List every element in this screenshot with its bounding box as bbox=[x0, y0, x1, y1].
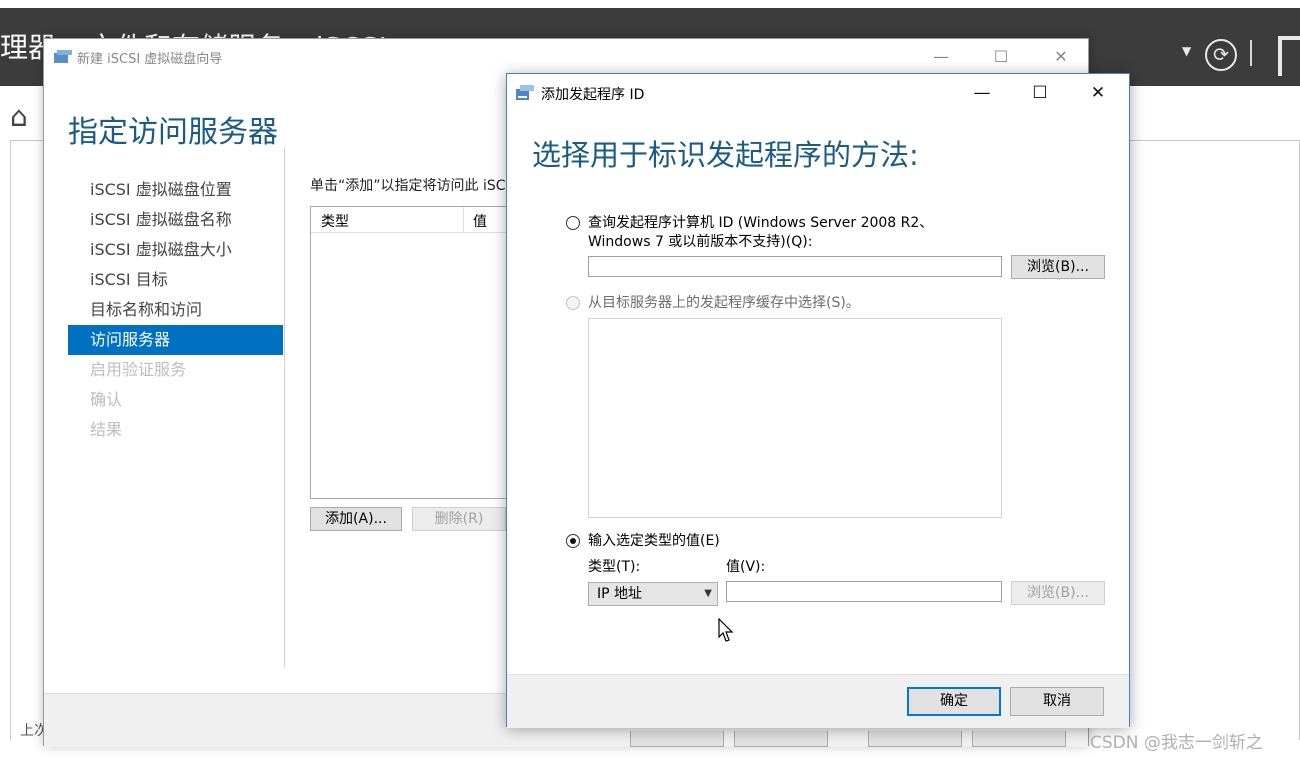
create-button[interactable] bbox=[868, 731, 962, 747]
cancel-button[interactable]: 取消 bbox=[1010, 687, 1104, 716]
query-initiator-label-line2[interactable]: Windows 7 或以前版本不支持)(Q): bbox=[588, 231, 812, 251]
dialog-maximize-button[interactable]: ☐ bbox=[1011, 74, 1069, 112]
nav-step-results: 结果 bbox=[90, 420, 123, 439]
enter-value-label[interactable]: 输入选定类型的值(E) bbox=[588, 530, 720, 550]
initiator-computer-input[interactable] bbox=[588, 256, 1002, 277]
type-label: 类型(T): bbox=[588, 559, 641, 575]
add-initiator-id-dialog: 添加发起程序 ID — ☐ ✕ 选择用于标识发起程序的方法: 查询发起程序计算机… bbox=[506, 73, 1130, 728]
type-select-value: IP 地址 bbox=[597, 586, 643, 602]
query-initiator-label-line1[interactable]: 查询发起程序计算机 ID (Windows Server 2008 R2、 bbox=[588, 212, 933, 232]
column-divider[interactable] bbox=[463, 207, 464, 233]
header-divider bbox=[1250, 40, 1252, 66]
column-header-value[interactable]: 值 bbox=[473, 211, 487, 231]
type-select[interactable]: IP 地址 ▼ bbox=[588, 582, 718, 606]
dialog-heading: 选择用于标识发起程序的方法: bbox=[532, 138, 919, 172]
wizard-page-title: 指定访问服务器 bbox=[68, 115, 278, 150]
nav-step-enable-auth: 启用验证服务 bbox=[90, 360, 187, 379]
wizard-window-title: 新建 iSCSI 虚拟磁盘向导 bbox=[77, 52, 223, 67]
value-input[interactable] bbox=[726, 581, 1002, 602]
ok-button[interactable]: 确定 bbox=[907, 687, 1001, 716]
list-header: 类型 值 bbox=[311, 207, 519, 233]
server-dashboard-icon[interactable]: ⌂ bbox=[10, 100, 40, 136]
dialog-title: 添加发起程序 ID bbox=[541, 87, 645, 103]
nav-step-confirm: 确认 bbox=[90, 390, 123, 409]
disk-wizard-icon bbox=[54, 50, 72, 63]
nav-divider bbox=[284, 147, 285, 667]
initiator-cache-label: 从目标服务器上的发起程序缓存中选择(S)。 bbox=[588, 295, 860, 311]
notification-flag-icon[interactable] bbox=[1278, 36, 1300, 76]
close-button[interactable]: ✕ bbox=[1038, 39, 1084, 75]
nav-step-disk-name[interactable]: iSCSI 虚拟磁盘名称 bbox=[68, 205, 283, 235]
chevron-down-icon: ▼ bbox=[704, 588, 712, 599]
value-label: 值(V): bbox=[726, 559, 766, 575]
browse-computer-button[interactable]: 浏览(B)... bbox=[1011, 255, 1105, 279]
dialog-close-button[interactable]: ✕ bbox=[1069, 74, 1127, 112]
watermark-text: CSDN @我志一剑斩之 bbox=[1090, 733, 1263, 753]
minimize-button[interactable]: — bbox=[918, 39, 964, 75]
wizard-instruction: 单击“添加”以指定将访问此 iSC bbox=[310, 178, 506, 194]
nav-step-disk-size[interactable]: iSCSI 虚拟磁盘大小 bbox=[68, 235, 283, 265]
nav-step-iscsi-target[interactable]: iSCSI 目标 bbox=[68, 265, 283, 295]
radio-query-initiator[interactable] bbox=[566, 216, 580, 230]
nav-step-disk-location[interactable]: iSCSI 虚拟磁盘位置 bbox=[68, 175, 283, 205]
nav-step-target-name-access[interactable]: 目标名称和访问 bbox=[68, 295, 283, 325]
dialog-footer: 确定 取消 bbox=[507, 674, 1129, 728]
wizard-cancel-button[interactable] bbox=[972, 731, 1066, 747]
next-button[interactable] bbox=[734, 731, 828, 747]
initiator-icon bbox=[516, 85, 534, 100]
dialog-minimize-button[interactable]: — bbox=[953, 74, 1011, 112]
refresh-icon[interactable]: ⟳ bbox=[1205, 39, 1237, 71]
access-server-list[interactable]: 类型 值 bbox=[310, 206, 520, 499]
maximize-button[interactable]: ☐ bbox=[978, 39, 1024, 75]
mouse-cursor-icon bbox=[718, 618, 734, 642]
browse-value-button: 浏览(B)... bbox=[1011, 581, 1105, 605]
column-header-type[interactable]: 类型 bbox=[321, 211, 349, 231]
add-button[interactable]: 添加(A)... bbox=[310, 507, 402, 531]
dialog-titlebar[interactable]: 添加发起程序 ID — ☐ ✕ bbox=[507, 74, 1129, 112]
chevron-down-icon[interactable]: ▼ bbox=[1182, 44, 1191, 58]
remove-button: 删除(R) bbox=[412, 507, 506, 531]
wizard-titlebar[interactable]: 新建 iSCSI 虚拟磁盘向导 — ☐ ✕ bbox=[44, 39, 1088, 75]
radio-initiator-cache bbox=[566, 296, 580, 310]
radio-enter-value[interactable] bbox=[566, 534, 580, 548]
nav-step-access-servers[interactable]: 访问服务器 bbox=[68, 325, 283, 355]
wizard-step-nav: iSCSI 虚拟磁盘位置 iSCSI 虚拟磁盘名称 iSCSI 虚拟磁盘大小 i… bbox=[68, 175, 283, 445]
initiator-cache-list bbox=[588, 318, 1002, 518]
previous-button[interactable] bbox=[630, 731, 724, 747]
